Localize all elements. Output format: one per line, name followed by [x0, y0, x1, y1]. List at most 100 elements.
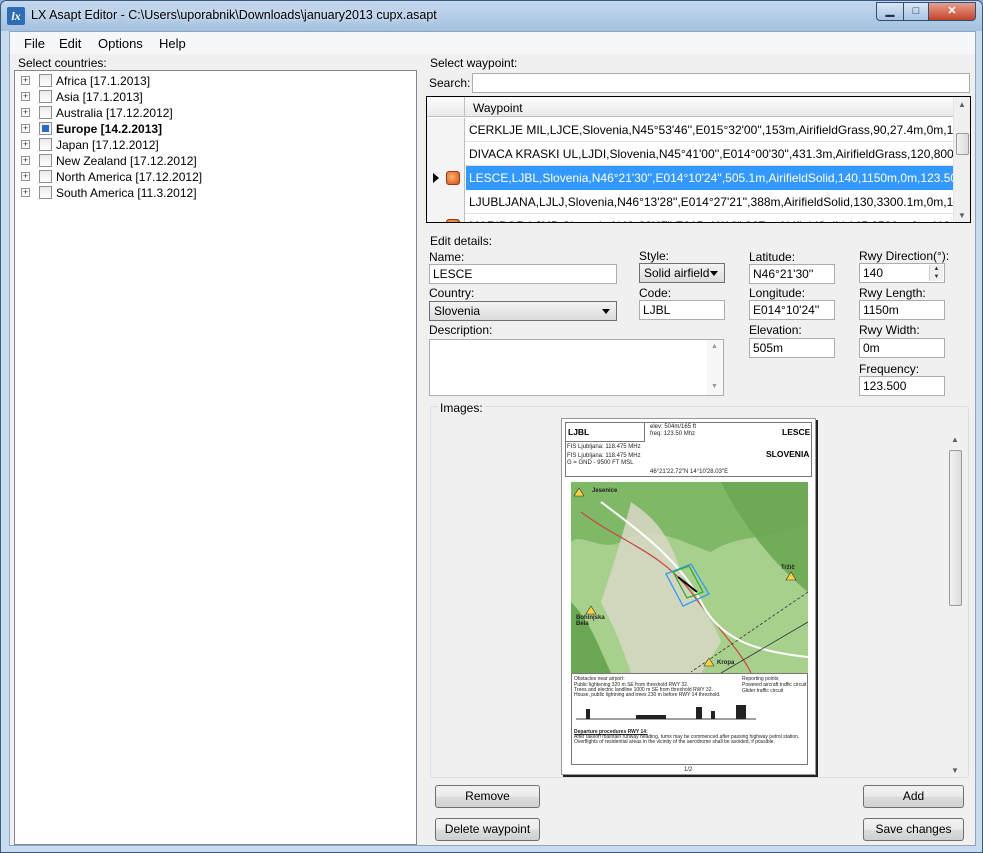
title-bar[interactable]: lx LX Asapt Editor - C:\Users\uporabnik\…: [1, 1, 982, 31]
chart-fis1: FIS Ljubljana: 118.475 MHz: [567, 444, 641, 450]
expand-icon[interactable]: +: [21, 156, 30, 165]
add-button[interactable]: Add: [863, 785, 964, 808]
town-label: Kropa: [717, 660, 735, 666]
tree-item-label: North America [17.12.2012]: [56, 170, 203, 184]
tree-item[interactable]: + Europe [14.2.2013]: [19, 121, 409, 137]
frequency-field[interactable]: 123.500: [859, 376, 945, 396]
expand-icon[interactable]: +: [21, 108, 30, 117]
scroll-up-icon[interactable]: ▲: [711, 343, 718, 350]
tree-item-label: Japan [17.12.2012]: [56, 138, 159, 152]
row-header[interactable]: [427, 166, 465, 190]
row-header[interactable]: [427, 190, 465, 214]
table-row[interactable]: LJUBLJANA,LJLJ,Slovenia,N46°13'28'',E014…: [427, 190, 970, 214]
rwy-width-field[interactable]: 0m: [859, 338, 945, 358]
scroll-up-icon[interactable]: ▲: [951, 435, 959, 444]
waypoint-cell: CERKLJE MIL,LJCE,Slovenia,N45°53'46'',E0…: [469, 123, 971, 137]
close-icon[interactable]: ✕: [928, 2, 976, 21]
maximize-icon[interactable]: □: [903, 2, 929, 21]
waypoint-grid[interactable]: Waypoint CERKLJE MIL,LJCE,Slovenia,N45°5…: [426, 96, 971, 223]
scroll-down-icon[interactable]: ▼: [711, 383, 718, 390]
row-header[interactable]: [427, 214, 465, 222]
table-row[interactable]: MARIBOR,LJMB,Slovenia,N46°28'47'',E015°4…: [427, 214, 970, 222]
grid-header: Waypoint: [427, 97, 954, 117]
tree-item[interactable]: + Africa [17.1.2013]: [19, 73, 409, 89]
menu-edit[interactable]: Edit: [59, 36, 81, 51]
countries-tree[interactable]: + Africa [17.1.2013] + Asia [17.1.2013] + Aus…: [14, 70, 417, 845]
rwy-direction-stepper[interactable]: 140 ▲ ▼: [859, 263, 945, 283]
tree-item-label: Asia [17.1.2013]: [56, 90, 143, 104]
chart-fis2: FIS Ljubljana: 118.475 MHz: [567, 453, 641, 459]
scroll-down-icon[interactable]: ▼: [958, 211, 966, 220]
style-select[interactable]: Solid airfield: [639, 263, 725, 283]
town-label: Bohinjska Bela: [576, 615, 605, 627]
images-scrollbar[interactable]: ▲ ▼: [947, 432, 964, 777]
remove-button[interactable]: Remove: [435, 785, 540, 808]
save-changes-button[interactable]: Save changes: [863, 818, 964, 841]
scroll-thumb[interactable]: [956, 133, 969, 155]
menu-help[interactable]: Help: [159, 36, 186, 51]
minimize-icon[interactable]: ▁: [876, 2, 904, 21]
rwy-width-label: Rwy Width:: [859, 323, 920, 337]
country-checkbox[interactable]: [39, 170, 52, 183]
row-header[interactable]: [427, 142, 465, 166]
name-field[interactable]: LESCE: [429, 264, 617, 284]
rwy-length-field[interactable]: 1150m: [859, 300, 945, 320]
country-select[interactable]: Slovenia: [429, 301, 617, 321]
grid-scrollbar[interactable]: ▲ ▼: [953, 97, 970, 222]
search-input[interactable]: [472, 73, 970, 93]
expand-icon[interactable]: +: [21, 92, 30, 101]
current-row-icon: [433, 173, 439, 183]
column-header-waypoint[interactable]: Waypoint: [473, 101, 523, 115]
expand-icon[interactable]: +: [21, 76, 30, 85]
chart-freq: freq: 123.50 Mhz: [650, 431, 696, 437]
longitude-field[interactable]: E014°10'24'': [749, 300, 835, 320]
country-checkbox[interactable]: [39, 90, 52, 103]
country-checkbox[interactable]: [39, 74, 52, 87]
grid-corner: [427, 97, 465, 117]
expand-icon[interactable]: +: [21, 172, 30, 181]
table-row[interactable]: DIVACA KRASKI UL,LJDI,Slovenia,N45°41'00…: [427, 142, 970, 166]
chart-gnd: G = GND - 9500 FT MSL: [567, 460, 634, 466]
waypoint-cell: LESCE,LJBL,Slovenia,N46°21'30'',E014°10'…: [469, 171, 971, 185]
chart-coords: 46°21'22.72"N 14°10'28.03"E: [650, 469, 729, 475]
expand-icon[interactable]: +: [21, 188, 30, 197]
main-client: File Edit Options Help Select countries:…: [9, 31, 976, 846]
window-title: LX Asapt Editor - C:\Users\uporabnik\Dow…: [31, 8, 437, 22]
tree-item[interactable]: + South America [11.3.2012]: [19, 185, 409, 201]
obstacle-profile: [576, 705, 756, 720]
tree-item-label: South America [11.3.2012]: [56, 186, 197, 200]
country-checkbox[interactable]: [39, 154, 52, 167]
chart-code: LJBL: [568, 427, 590, 437]
expand-icon[interactable]: +: [21, 124, 30, 133]
tree-item[interactable]: + North America [17.12.2012]: [19, 169, 409, 185]
tree-item[interactable]: + New Zealand [17.12.2012]: [19, 153, 409, 169]
country-checkbox[interactable]: [39, 106, 52, 119]
legend-item: Glider traffic circuit: [742, 688, 784, 694]
latitude-field[interactable]: N46°21'30'': [749, 264, 835, 284]
delete-waypoint-button[interactable]: Delete waypoint: [435, 818, 540, 841]
spinner-icon[interactable]: ▲ ▼: [929, 265, 943, 281]
country-label: Country:: [429, 286, 475, 300]
country-checkbox[interactable]: [39, 138, 52, 151]
longitude-label: Longitude:: [749, 286, 806, 300]
tree-item[interactable]: + Asia [17.1.2013]: [19, 89, 409, 105]
description-field[interactable]: ▲ ▼: [429, 339, 724, 396]
menu-options[interactable]: Options: [98, 36, 143, 51]
description-scrollbar[interactable]: ▲ ▼: [707, 340, 723, 395]
expand-icon[interactable]: +: [21, 140, 30, 149]
country-checkbox[interactable]: [39, 186, 52, 199]
table-row[interactable]: LESCE,LJBL,Slovenia,N46°21'30'',E014°10'…: [427, 166, 970, 190]
tree-item[interactable]: + Australia [17.12.2012]: [19, 105, 409, 121]
terrain-map: [571, 482, 808, 673]
departure-line: Overflights of residential areas in the …: [574, 739, 775, 745]
elevation-field[interactable]: 505m: [749, 338, 835, 358]
country-checkbox[interactable]: [39, 122, 52, 135]
scroll-down-icon[interactable]: ▼: [951, 766, 959, 775]
row-header[interactable]: [427, 118, 465, 142]
menu-file[interactable]: File: [24, 36, 45, 51]
code-field[interactable]: LJBL: [639, 300, 725, 320]
tree-item[interactable]: + Japan [17.12.2012]: [19, 137, 409, 153]
scroll-thumb[interactable]: [949, 450, 962, 606]
table-row[interactable]: CERKLJE MIL,LJCE,Slovenia,N45°53'46'',E0…: [427, 118, 970, 142]
scroll-up-icon[interactable]: ▲: [958, 100, 966, 109]
